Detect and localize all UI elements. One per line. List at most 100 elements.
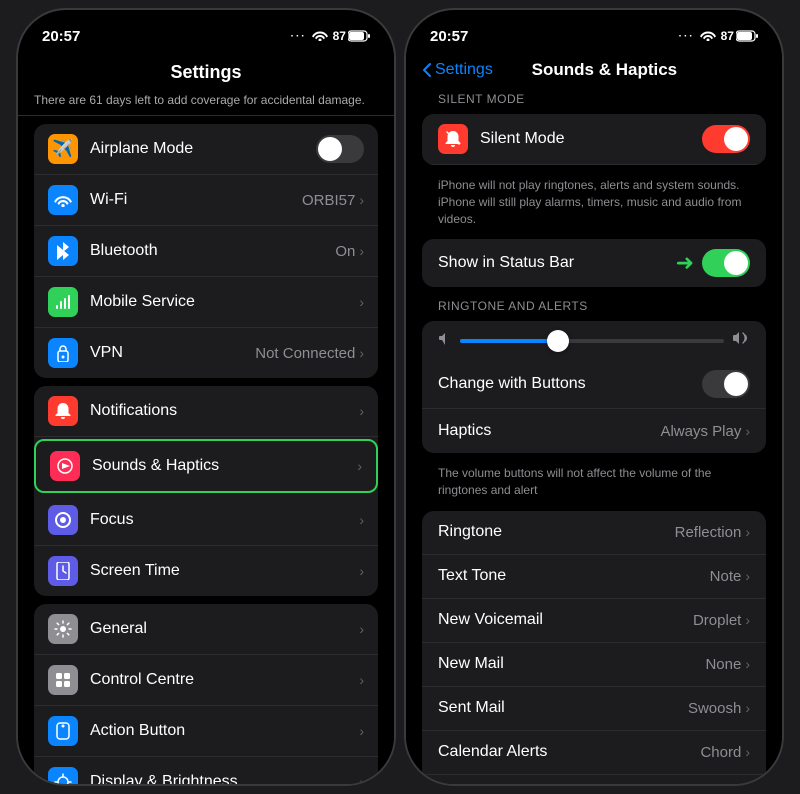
texttone-value: Note [710,568,742,585]
sounds-chevron: › [357,458,362,474]
wifi-icon-right [700,29,716,44]
settings-row-airplane[interactable]: ✈️ Airplane Mode [34,124,378,175]
coverage-banner: There are 61 days left to add coverage f… [18,87,394,116]
display-icon [48,767,78,784]
calendaralerts-chevron: › [745,744,750,760]
airplane-label: Airplane Mode [90,140,316,158]
settings-row-notifications[interactable]: Notifications › [34,386,378,437]
airplane-icon: ✈️ [48,134,78,164]
controlcentre-icon [48,665,78,695]
change-with-buttons-toggle[interactable] [702,370,750,398]
focus-icon [48,505,78,535]
calendaralerts-row[interactable]: Calendar Alerts Chord › [422,731,766,775]
time-right: 20:57 [430,28,468,45]
airplane-toggle[interactable] [316,135,364,163]
green-arrow-icon: ➜ [676,250,694,276]
settings-row-sounds[interactable]: Sounds & Haptics › [34,439,378,493]
haptics-value: Always Play [660,423,741,440]
vpn-value: Not Connected [255,345,355,362]
status-right-left: ··· 87 [291,29,370,44]
settings-group-2: Notifications › Sounds & Haptics › Focus… [34,386,378,596]
general-label: General [90,620,359,638]
sentmail-value: Swoosh [688,700,741,717]
focus-label: Focus [90,511,359,529]
vpn-icon [48,338,78,368]
settings-group-1: ✈️ Airplane Mode Wi-Fi ORBI57 › Bluetoot… [34,124,378,378]
wifi-icon [312,29,328,44]
silent-mode-label: Silent Mode [480,130,702,148]
wifi-value: ORBI57 [302,192,355,209]
silent-mode-subtext: iPhone will not play ringtones, alerts a… [406,173,782,235]
volume-high-icon [732,331,750,350]
mobile-icon [48,287,78,317]
bluetooth-icon [48,236,78,266]
dynamic-island-right [534,18,654,52]
volume-slider-track[interactable] [460,339,724,343]
settings-row-controlcentre[interactable]: Control Centre › [34,655,378,706]
show-status-bar-toggle[interactable] [702,249,750,277]
volume-slider-thumb[interactable] [547,330,569,352]
silent-icon [438,124,468,154]
controlcentre-chevron: › [359,672,364,688]
settings-row-actionbutton[interactable]: Action Button › [34,706,378,757]
change-with-buttons-row[interactable]: Change with Buttons [422,360,766,409]
change-with-buttons-label: Change with Buttons [438,375,702,393]
volume-slider-fill [460,339,552,343]
settings-row-mobile[interactable]: Mobile Service › [34,277,378,328]
sounds-icon [50,451,80,481]
newmail-row[interactable]: New Mail None › [422,643,766,687]
settings-row-wifi[interactable]: Wi-Fi ORBI57 › [34,175,378,226]
settings-row-bluetooth[interactable]: Bluetooth On › [34,226,378,277]
newvoicemail-chevron: › [745,612,750,628]
silent-mode-toggle[interactable] [702,125,750,153]
haptics-row[interactable]: Haptics Always Play › [422,409,766,453]
dynamic-island [146,18,266,52]
general-icon [48,614,78,644]
volume-slider-row[interactable] [422,321,766,360]
bluetooth-label: Bluetooth [90,242,335,260]
volume-low-icon [438,331,452,350]
newmail-label: New Mail [438,655,705,673]
sounds-label: Sounds & Haptics [92,457,357,475]
controlcentre-label: Control Centre [90,671,359,689]
back-button[interactable]: Settings [422,61,493,79]
left-phone: 20:57 ··· 87 Settings There are 61 days … [16,8,396,786]
settings-row-focus[interactable]: Focus › [34,495,378,546]
ringtone-group: Change with Buttons Haptics Always Play … [422,321,766,453]
ringtone-row[interactable]: Ringtone Reflection › [422,511,766,555]
settings-row-screentime[interactable]: Screen Time › [34,546,378,596]
silent-mode-section-label: SILENT MODE [406,88,782,110]
mobile-chevron: › [359,294,364,310]
wifi-chevron: › [359,192,364,208]
show-status-bar-row[interactable]: Show in Status Bar ➜ [422,239,766,287]
notifications-icon [48,396,78,426]
silent-mode-row[interactable]: Silent Mode [422,114,766,165]
texttone-row[interactable]: Text Tone Note › [422,555,766,599]
settings-row-general[interactable]: General › [34,604,378,655]
sentmail-row[interactable]: Sent Mail Swoosh › [422,687,766,731]
settings-group-3: General › Control Centre › Action Button… [34,604,378,784]
display-label: Display & Brightness [90,773,359,784]
newvoicemail-label: New Voicemail [438,611,693,629]
vpn-chevron: › [359,345,364,361]
settings-row-vpn[interactable]: VPN Not Connected › [34,328,378,378]
actionbutton-label: Action Button [90,722,359,740]
reminderalerts-row[interactable]: Reminder Alerts Chord › [422,775,766,784]
settings-screen: Settings There are 61 days left to add c… [18,54,394,784]
dots-icon-right: ··· [679,31,695,42]
newvoicemail-row[interactable]: New Voicemail Droplet › [422,599,766,643]
display-chevron: › [359,774,364,784]
ringtone-section-label: RINGTONE AND ALERTS [406,295,782,317]
settings-page-title: Settings [18,54,394,87]
screentime-chevron: › [359,563,364,579]
settings-row-display[interactable]: Display & Brightness › [34,757,378,784]
silent-mode-group: Silent Mode [422,114,766,165]
texttone-label: Text Tone [438,567,710,585]
mobile-label: Mobile Service [90,293,359,311]
right-phone: 20:57 ··· 87 Settings Sounds & Haptics S… [404,8,784,786]
vpn-label: VPN [90,344,255,362]
actionbutton-chevron: › [359,723,364,739]
sounds-title: Sounds & Haptics [493,60,716,80]
sounds-screen: Settings Sounds & Haptics SILENT MODE Si… [406,54,782,784]
haptics-chevron: › [745,423,750,439]
